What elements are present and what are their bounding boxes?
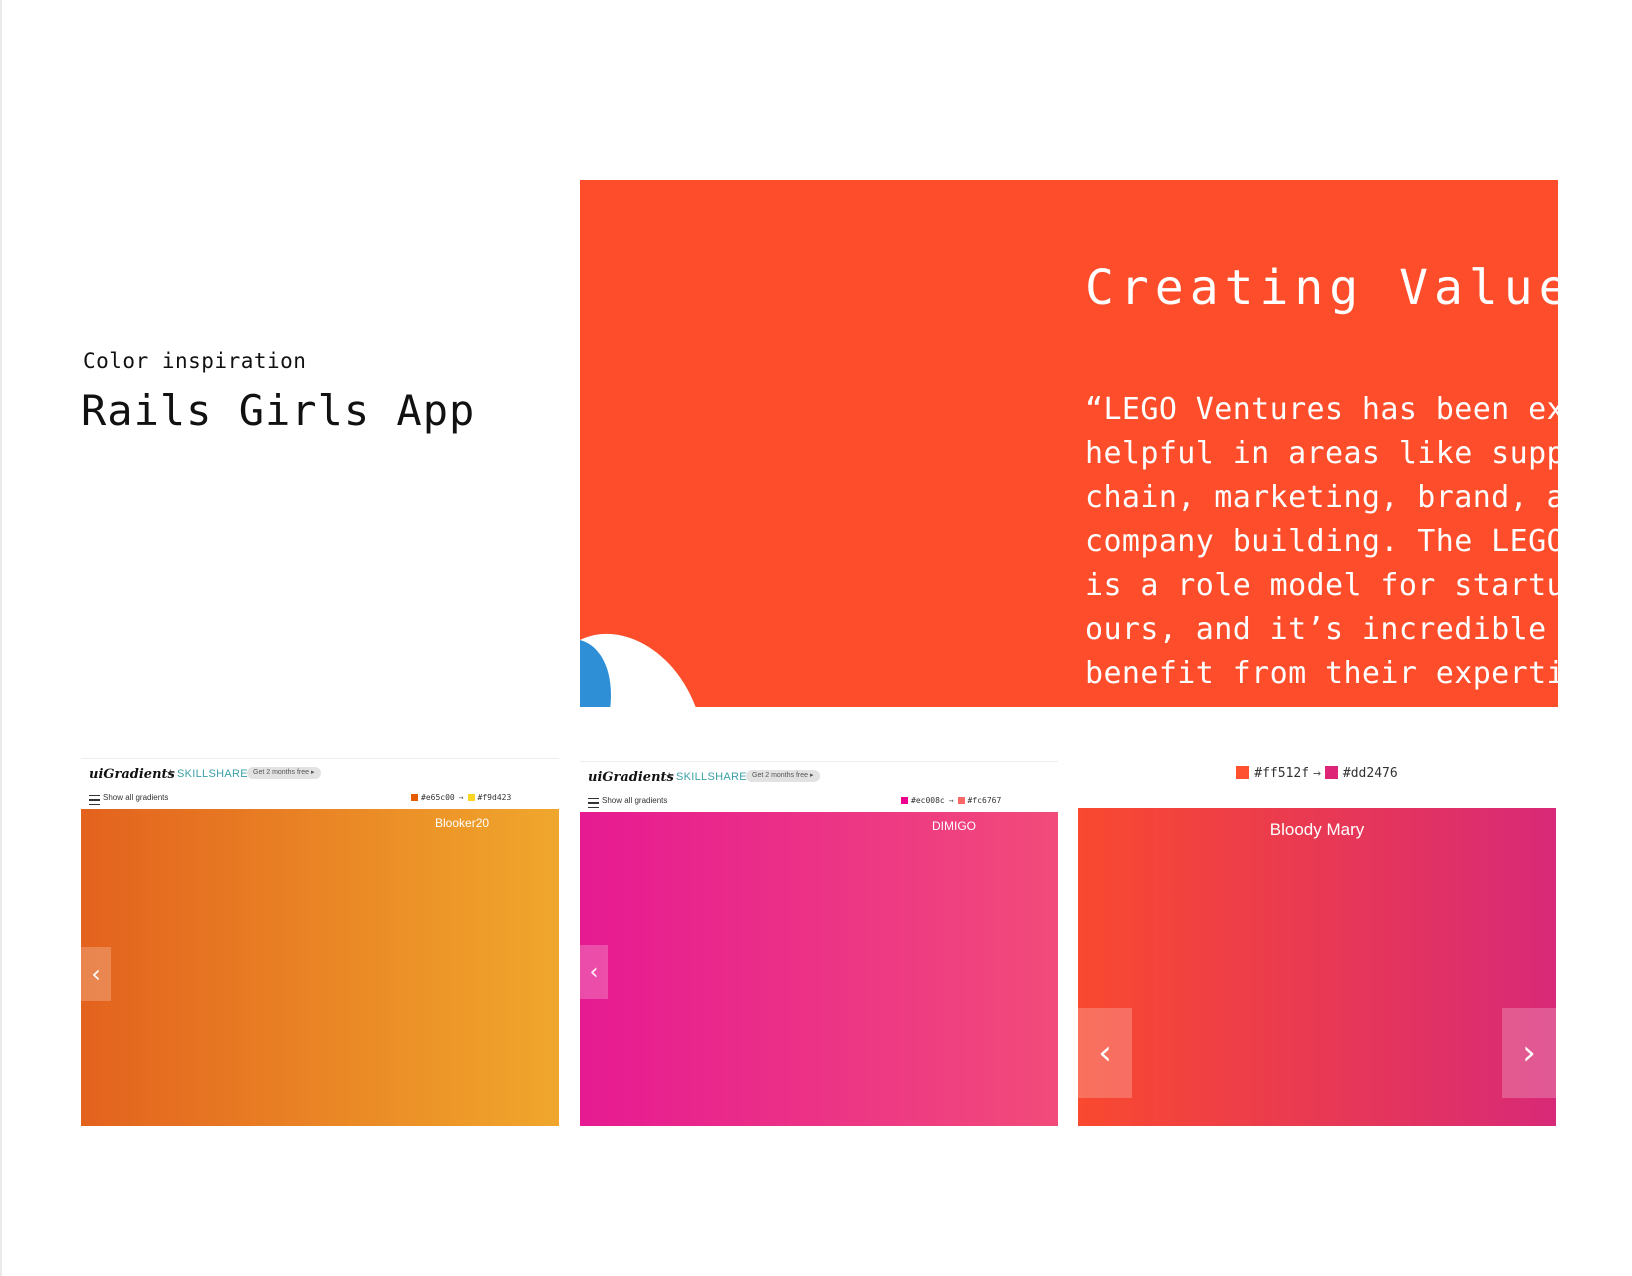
gradient-preview: DIMIGO ‹ — [580, 812, 1058, 1126]
page-edge — [0, 0, 2, 1276]
gradient-preview: Bloody Mary ‹ › — [1078, 808, 1556, 1126]
gradient-codes: #ff512f → #dd2476 — [1078, 758, 1556, 808]
chevron-right-icon: › — [1522, 1033, 1536, 1073]
gradient-codes: #e65c00 → #f9d423 — [411, 793, 511, 802]
color-swatch-from — [411, 794, 418, 801]
hero-quote-line: benefit from their expertise — [1085, 656, 1558, 691]
to-color-code[interactable]: #f9d423 — [478, 793, 512, 802]
promo-pill-button[interactable]: Get 2 months free ▸ — [247, 767, 321, 779]
gradient-codes: #ec008c → #fc6767 — [901, 796, 1001, 805]
arrow-right-icon: → — [1313, 766, 1321, 781]
hero-quote-line: is a role model for startup — [1085, 568, 1558, 603]
color-swatch-from — [901, 797, 908, 804]
hero-quote-line: company building. The LEGO — [1085, 524, 1558, 559]
skillshare-link[interactable]: SKILLSHARE — [676, 771, 747, 783]
next-arrow-button[interactable]: › — [1502, 1008, 1556, 1098]
arrow-right-icon: → — [948, 796, 954, 805]
previous-arrow-button[interactable]: ‹ — [580, 945, 608, 999]
gradient-card-blooker20: uiGradients + SKILLSHARE Get 2 months fr… — [81, 758, 559, 1126]
chevron-left-icon: ‹ — [91, 960, 101, 988]
gradient-name: Bloody Mary — [1269, 820, 1365, 839]
color-swatch-to — [467, 794, 475, 801]
arrow-right-icon: → — [458, 793, 464, 802]
gradient-preview: Blooker20 ‹ — [81, 809, 559, 1126]
show-all-gradients-link[interactable]: Show all gradients — [103, 793, 168, 802]
uigradients-header: uiGradients + SKILLSHARE Get 2 months fr… — [81, 758, 559, 790]
gradient-card-dimigo: uiGradients + SKILLSHARE Get 2 months fr… — [580, 758, 1058, 1126]
plus-sign: + — [666, 770, 673, 782]
previous-arrow-button[interactable]: ‹ — [1078, 1008, 1132, 1098]
uigradients-logo[interactable]: uiGradients — [89, 767, 175, 782]
hamburger-menu-icon[interactable] — [588, 798, 599, 808]
color-swatch-to — [1324, 766, 1338, 779]
gradient-name: Blooker20 — [435, 816, 490, 830]
to-color-code[interactable]: #dd2476 — [1343, 766, 1398, 781]
from-color-code[interactable]: #ff512f — [1254, 766, 1309, 781]
hero-title: Creating Value — [1085, 260, 1558, 316]
uigradients-toolbar: Show all gradients #e65c00 → #f9d423 — [81, 789, 559, 809]
hero-quote-line: helpful in areas like suppl — [1085, 436, 1558, 471]
intro-subtitle: Color inspiration — [83, 349, 307, 373]
uigradients-logo[interactable]: uiGradients — [588, 770, 674, 785]
chevron-left-icon: ‹ — [589, 959, 599, 985]
from-color-code[interactable]: #e65c00 — [421, 793, 455, 802]
hamburger-menu-icon[interactable] — [89, 795, 100, 805]
from-color-code[interactable]: #ec008c — [911, 796, 945, 805]
hero-slide: Creating Value “LEGO Ventures has been e… — [580, 180, 1558, 707]
hero-quote: “LEGO Ventures has been ext helpful in a… — [1085, 388, 1558, 696]
skillshare-link[interactable]: SKILLSHARE — [177, 768, 248, 780]
uigradients-header: uiGradients + SKILLSHARE Get 2 months fr… — [580, 761, 1058, 793]
promo-pill-button[interactable]: Get 2 months free ▸ — [746, 770, 820, 782]
color-swatch-from — [1236, 766, 1250, 779]
hero-quote-line: “LEGO Ventures has been ext — [1085, 392, 1558, 427]
plus-sign: + — [167, 767, 174, 779]
gradient-card-bloody-mary: #ff512f → #dd2476 Bloody Mary ‹ › — [1078, 758, 1556, 1126]
gradient-name: DIMIGO — [932, 819, 976, 833]
intro-title: Rails Girls App — [81, 386, 476, 435]
color-swatch-to — [957, 797, 965, 804]
hero-quote-line: ours, and it’s incredible t — [1085, 612, 1558, 647]
to-color-code[interactable]: #fc6767 — [968, 796, 1002, 805]
chevron-left-icon: ‹ — [1098, 1033, 1112, 1073]
previous-arrow-button[interactable]: ‹ — [81, 947, 111, 1001]
uigradients-toolbar: Show all gradients #ec008c → #fc6767 — [580, 792, 1058, 812]
show-all-gradients-link[interactable]: Show all gradients — [602, 796, 667, 805]
hero-quote-line: chain, marketing, brand, ar — [1085, 480, 1558, 515]
lego-figure-image — [580, 633, 696, 707]
